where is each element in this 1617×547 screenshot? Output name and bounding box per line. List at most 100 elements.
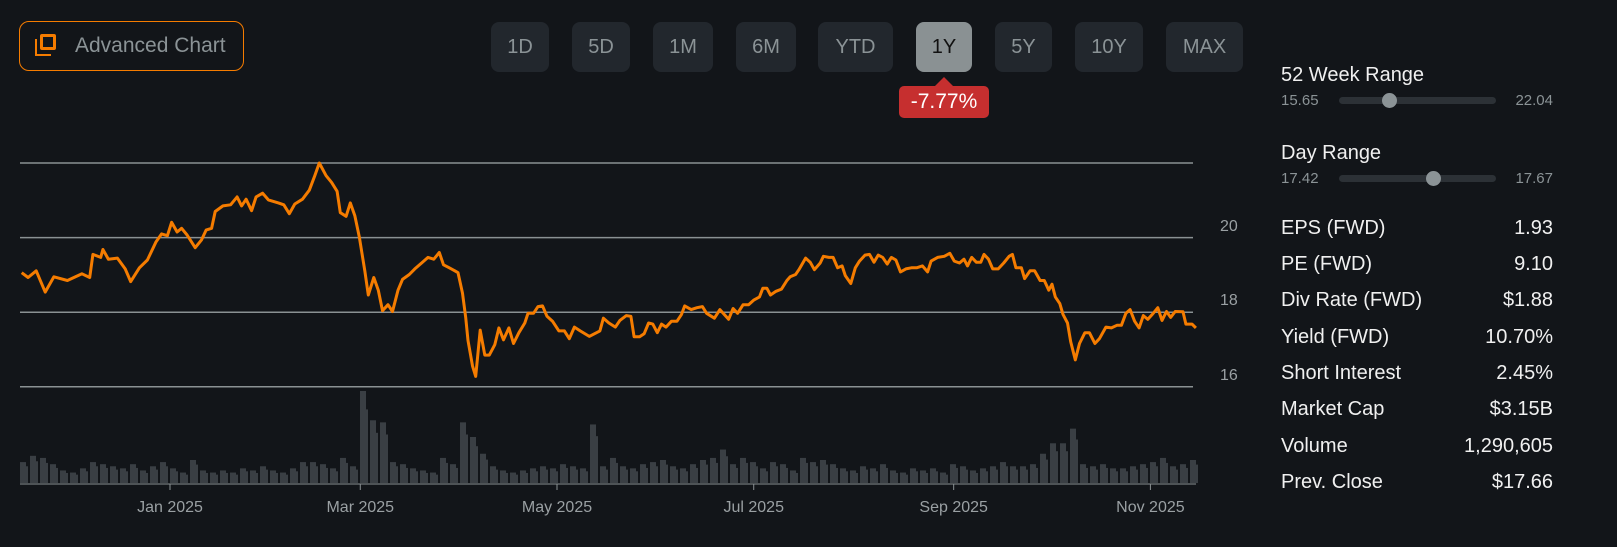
stat-row: EPS (FWD) 1.93 bbox=[1281, 217, 1553, 240]
volume-bar bbox=[295, 471, 298, 483]
volume-bar bbox=[85, 471, 88, 483]
volume-bar bbox=[465, 434, 468, 483]
volume-bar bbox=[345, 462, 348, 483]
volume-bar bbox=[155, 469, 158, 483]
volume-bar bbox=[985, 471, 988, 483]
y-tick-label: 20 bbox=[1220, 218, 1238, 235]
volume-bar bbox=[105, 467, 108, 483]
stat-row: Prev. Close $17.66 bbox=[1281, 471, 1553, 494]
volume-bar bbox=[975, 472, 978, 483]
volume-bar bbox=[145, 472, 148, 483]
volume-bar bbox=[725, 456, 728, 483]
volume-bar bbox=[535, 471, 538, 483]
stat-label: EPS (FWD) bbox=[1281, 217, 1386, 239]
day-range-low: 17.42 bbox=[1281, 170, 1319, 187]
volume-bar bbox=[1105, 467, 1108, 483]
volume-bar bbox=[915, 471, 918, 483]
week52-marker bbox=[1381, 93, 1397, 108]
stat-value: $1.88 bbox=[1502, 289, 1553, 311]
volume-bar bbox=[225, 472, 228, 483]
volume-bar bbox=[505, 472, 508, 483]
volume-bar bbox=[855, 472, 858, 483]
volume-bar bbox=[875, 471, 878, 483]
volume-bar bbox=[665, 464, 668, 483]
volume-bar bbox=[405, 467, 408, 483]
volume-bar bbox=[525, 472, 528, 483]
volume-bar bbox=[705, 464, 708, 483]
volume-bar bbox=[765, 471, 768, 483]
volume-bar bbox=[245, 471, 248, 483]
stat-label: Short Interest bbox=[1281, 362, 1402, 384]
week52-range: 52 Week Range 15.65 22.04 bbox=[1281, 64, 1553, 109]
stat-row: Div Rate (FWD) $1.88 bbox=[1281, 289, 1553, 312]
volume-bar bbox=[1015, 469, 1018, 483]
volume-bar bbox=[375, 432, 378, 483]
volume-bar bbox=[635, 471, 638, 483]
volume-bar bbox=[185, 474, 188, 483]
stat-row: Yield (FWD) 10.70% bbox=[1281, 326, 1553, 349]
volume-bar bbox=[795, 472, 798, 483]
volume-bar bbox=[435, 474, 438, 483]
volume-bar bbox=[645, 467, 648, 483]
y-tick-label: 16 bbox=[1220, 367, 1238, 384]
volume-bar bbox=[1095, 469, 1098, 483]
volume-bar bbox=[1075, 439, 1078, 483]
volume-bar bbox=[815, 466, 818, 483]
volume-bar bbox=[1195, 464, 1198, 483]
volume-bar bbox=[415, 471, 418, 483]
volume-bar bbox=[235, 474, 238, 483]
volume-bar bbox=[475, 446, 478, 483]
volume-bar bbox=[585, 471, 588, 483]
volume-bar bbox=[485, 459, 488, 483]
volume-bar bbox=[695, 467, 698, 483]
volume-bar bbox=[95, 466, 98, 483]
volume-bar bbox=[885, 467, 888, 483]
volume-bar bbox=[335, 471, 338, 483]
volume-bar bbox=[65, 472, 68, 483]
x-tick-label: Mar 2025 bbox=[326, 499, 394, 516]
volume-bar bbox=[315, 466, 318, 483]
x-tick-label: Sep 2025 bbox=[919, 499, 988, 516]
volume-bar bbox=[1125, 471, 1128, 483]
volume-bar bbox=[45, 462, 48, 483]
day-range-marker bbox=[1425, 171, 1441, 186]
volume-bar bbox=[605, 469, 608, 483]
volume-bar bbox=[1025, 469, 1028, 483]
volume-bar bbox=[1055, 451, 1058, 483]
volume-bar bbox=[355, 469, 358, 483]
volume-bar bbox=[305, 466, 308, 483]
day-range-high: 17.67 bbox=[1515, 170, 1553, 187]
x-tick-label: Jan 2025 bbox=[137, 499, 203, 516]
volume-bar bbox=[365, 409, 368, 483]
volume-bar bbox=[1045, 459, 1048, 483]
stat-value: 9.10 bbox=[1514, 253, 1553, 275]
volume-bar bbox=[545, 469, 548, 483]
volume-bar bbox=[1155, 466, 1158, 483]
volume-bar bbox=[515, 474, 518, 483]
volume-bar bbox=[955, 467, 958, 483]
volume-bar bbox=[1185, 467, 1188, 483]
week52-track bbox=[1338, 93, 1496, 108]
stat-label: Prev. Close bbox=[1281, 471, 1383, 493]
volume-bar bbox=[215, 474, 218, 483]
volume-bar bbox=[935, 471, 938, 483]
volume-bar bbox=[205, 472, 208, 483]
volume-bar bbox=[575, 469, 578, 483]
volume-bar bbox=[925, 472, 928, 483]
stat-value: 10.70% bbox=[1485, 326, 1553, 348]
volume-bar bbox=[715, 462, 718, 483]
volume-bar bbox=[825, 464, 828, 483]
volume-bar bbox=[865, 469, 868, 483]
volume-bar bbox=[615, 462, 618, 483]
stat-value: 1,290,605 bbox=[1464, 435, 1553, 457]
volume-bar bbox=[735, 467, 738, 483]
stat-row: Market Cap $3.15B bbox=[1281, 398, 1553, 421]
volume-bar bbox=[1165, 462, 1168, 483]
volume-bar bbox=[945, 474, 948, 483]
stat-label: Yield (FWD) bbox=[1281, 326, 1390, 348]
volume-bar bbox=[655, 466, 658, 483]
volume-bar bbox=[425, 472, 428, 483]
volume-bar bbox=[785, 467, 788, 483]
week52-low: 15.65 bbox=[1281, 92, 1319, 109]
volume-bar bbox=[775, 466, 778, 483]
